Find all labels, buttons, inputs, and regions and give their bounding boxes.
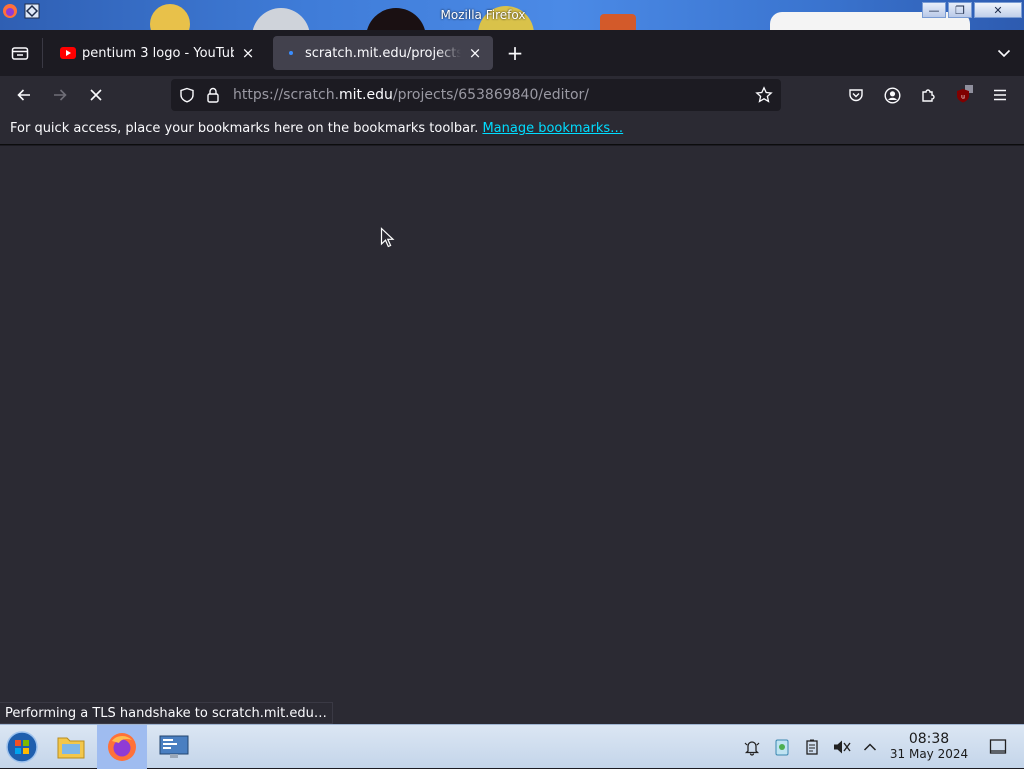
bookmark-star-icon[interactable] [755,86,773,104]
hamburger-menu-icon [994,89,1006,101]
page-content-area[interactable] [0,146,1024,724]
clipboard-manager-icon[interactable] [772,737,792,757]
url-bar[interactable]: https://scratch.mit.edu/projects/6538698… [171,79,781,111]
manage-bookmarks-link[interactable]: Manage bookmarks… [482,121,623,136]
chevron-down-icon [997,49,1011,58]
tab-separator [42,38,43,68]
taskbar-remote-desktop[interactable] [152,725,196,769]
clock-date: 31 May 2024 [889,747,969,761]
youtube-icon [60,47,76,59]
firefox-view-icon [11,47,29,60]
tab-scratch[interactable]: scratch.mit.edu/projects/ × [273,36,493,70]
list-all-tabs-button[interactable] [994,43,1014,63]
back-arrow-icon [17,89,30,101]
taskbar-file-manager[interactable] [50,725,92,769]
account-button[interactable] [878,81,906,109]
puzzle-piece-icon [922,89,935,102]
account-icon [883,86,901,104]
tracking-protection-shield-icon[interactable] [178,86,196,104]
firefox-view-button[interactable] [8,42,32,64]
app-menu-button[interactable] [986,81,1014,109]
close-tab-icon[interactable]: × [240,44,256,62]
status-panel: Performing a TLS handshake to scratch.mi… [0,702,333,724]
close-window-button[interactable]: ✕ [974,2,1022,18]
ublock-extension-button[interactable]: u [950,81,978,109]
bookmarks-hint-text: For quick access, place your bookmarks h… [10,121,479,136]
url-path: /projects/653869840/editor/ [392,87,589,103]
ublock-shield-icon: u [957,85,973,103]
battery-clipboard-icon[interactable] [802,737,822,757]
pocket-icon [849,89,863,102]
window-titlebar[interactable]: Mozilla Firefox — ❐ ✕ [0,0,1024,30]
bookmarks-empty-message: For quick access, place your bookmarks h… [10,121,623,136]
system-clock[interactable]: 08:38 31 May 2024 [886,731,972,762]
tray-expand-chevron-icon[interactable] [860,737,880,757]
url-host: mit.edu [339,87,393,103]
url-prefix: https://scratch. [233,87,340,103]
os-taskbar: 08:38 31 May 2024 [0,724,1024,769]
forward-arrow-icon [54,89,67,101]
extensions-button[interactable] [914,81,942,109]
tab-strip: pentium 3 logo - YouTube × scratch.mit.e… [0,30,1024,76]
bookmarks-toolbar: For quick access, place your bookmarks h… [0,114,1024,145]
show-desktop-icon[interactable] [988,737,1008,757]
firefox-icon [108,733,136,761]
minimize-button[interactable]: — [922,2,946,18]
folder-icon [57,737,85,759]
loading-dot-icon [289,51,293,55]
close-tab-icon[interactable]: × [467,44,483,62]
stop-x-icon [90,89,102,101]
new-tab-button[interactable]: + [503,41,527,65]
monitor-icon [159,735,189,758]
notifications-bell-icon[interactable] [742,737,762,757]
pocket-button[interactable] [842,81,870,109]
volume-muted-icon[interactable] [832,737,852,757]
start-orb-icon [6,731,38,763]
maximize-button[interactable]: ❐ [948,2,972,18]
stop-loading-button[interactable] [82,81,110,109]
navigation-toolbar: https://scratch.mit.edu/projects/6538698… [0,76,1024,114]
tab-label: scratch.mit.edu/projects/ [305,45,461,61]
mouse-cursor-icon [380,227,395,248]
start-button[interactable] [0,725,44,769]
clock-time: 08:38 [908,731,950,747]
lock-icon[interactable] [204,86,222,104]
tab-youtube[interactable]: pentium 3 logo - YouTube × [50,36,266,70]
taskbar-firefox[interactable] [97,725,147,769]
tab-label: pentium 3 logo - YouTube [82,45,234,61]
forward-button[interactable] [46,81,74,109]
url-text[interactable]: https://scratch.mit.edu/projects/6538698… [233,87,589,103]
window-title: Mozilla Firefox [440,8,526,22]
back-button[interactable] [10,81,38,109]
svg-text:u: u [961,94,965,101]
